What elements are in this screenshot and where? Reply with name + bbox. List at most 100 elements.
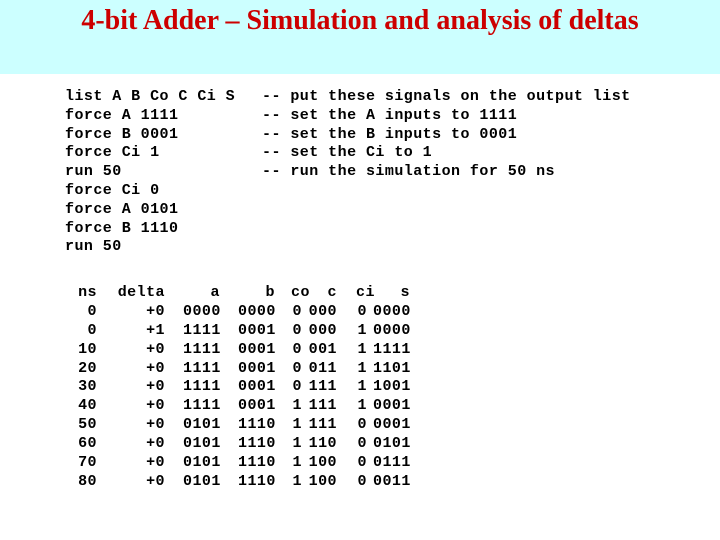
cell-ci: 0 [357,472,367,490]
cell-co: 0 [292,321,302,339]
command-comment: -- set the B inputs to 0001 [262,125,518,143]
cell-c: 001 [308,340,337,358]
cell-delta: +0 [146,454,165,472]
cell-a: 0101 [183,416,221,434]
command-text: force B 0001 [65,125,179,143]
cell-co: 1 [292,435,302,453]
cell-s: 0011 [373,472,411,490]
cell-ns: 20 [78,359,97,377]
column-header-ci: ci [356,284,375,301]
cell-ci: 0 [357,302,367,320]
cell-c: 100 [308,472,337,490]
column-header-s: s [400,284,410,301]
cell-ci: 1 [357,397,367,415]
command-comment: -- run the simulation for 50 ns [262,163,555,181]
cell-ns: 70 [78,454,97,472]
cell-co: 0 [292,378,302,396]
cell-co: 1 [292,397,302,415]
cell-ci: 0 [357,416,367,434]
cell-c: 111 [308,378,337,396]
cell-c: 000 [308,302,337,320]
cell-a: 0101 [183,472,221,490]
cell-delta: +0 [146,472,165,490]
cell-b: 0000 [238,302,276,320]
cell-s: 1111 [373,340,411,358]
cell-b: 1110 [238,435,276,453]
cell-s: 0111 [373,454,411,472]
cell-ci: 0 [357,435,367,453]
cell-c: 111 [308,416,337,434]
cell-c: 110 [308,435,337,453]
cell-b: 1110 [238,454,276,472]
cell-c: 111 [308,397,337,415]
cell-s: 0001 [373,397,411,415]
cell-ns: 30 [78,378,97,396]
cell-s: 0000 [373,321,411,339]
column-header-b: b [265,284,275,301]
cell-b: 0001 [238,378,276,396]
command-text: run 50 [65,163,122,181]
cell-c: 000 [308,321,337,339]
cell-delta: +0 [146,378,165,396]
cell-ns: 40 [78,397,97,415]
cell-a: 0101 [183,454,221,472]
cell-a: 1111 [183,378,221,396]
cell-b: 0001 [238,359,276,377]
cell-co: 0 [292,359,302,377]
cell-ci: 1 [357,378,367,396]
cell-ns: 80 [78,472,97,490]
cell-delta: +0 [146,302,165,320]
cell-co: 1 [292,472,302,490]
cell-ns: 0 [87,302,97,320]
cell-delta: +0 [146,359,165,377]
cell-c: 100 [308,454,337,472]
command-text: force B 1110 [65,219,179,237]
cell-delta: +1 [146,321,165,339]
cell-b: 1110 [238,472,276,490]
column-header-ns: ns [78,284,97,301]
cell-b: 0001 [238,340,276,358]
cell-delta: +0 [146,416,165,434]
cell-ci: 1 [357,359,367,377]
cell-co: 1 [292,454,302,472]
cell-a: 1111 [183,321,221,339]
cell-ns: 50 [78,416,97,434]
cell-ci: 1 [357,321,367,339]
cell-co: 0 [292,340,302,358]
cell-ci: 1 [357,340,367,358]
title-band: 4-bit Adder – Simulation and analysis of… [0,0,720,74]
cell-ns: 0 [87,321,97,339]
cell-ci: 0 [357,454,367,472]
cell-ns: 10 [78,340,97,358]
cell-co: 1 [292,416,302,434]
cell-s: 1101 [373,359,411,377]
cell-b: 0001 [238,397,276,415]
slide-body: list A B Co C Ci S -- put these signals o… [0,74,720,540]
cell-co: 0 [292,302,302,320]
cell-a: 1111 [183,397,221,415]
command-text: force Ci 1 [65,144,160,162]
cell-a: 1111 [183,359,221,377]
command-text: list A B Co C Ci S [65,88,236,105]
command-text: force Ci 0 [65,181,160,199]
command-comment: -- set the Ci to 1 [262,144,433,162]
command-text: force A 0101 [65,200,179,218]
command-text: run 50 [65,238,122,256]
cell-b: 0001 [238,321,276,339]
cell-b: 1110 [238,416,276,434]
column-header-delta: delta [117,284,165,301]
cell-a: 0101 [183,435,221,453]
cell-delta: +0 [146,340,165,358]
cell-s: 0000 [373,302,411,320]
cell-delta: +0 [146,397,165,415]
cell-a: 1111 [183,340,221,358]
cell-a: 0000 [183,302,221,320]
command-comment: -- set the A inputs to 1111 [262,106,518,124]
cell-s: 0101 [373,435,411,453]
column-header-c: c [327,284,337,301]
page-title: 4-bit Adder – Simulation and analysis of… [81,5,639,36]
cell-s: 1001 [373,378,411,396]
cell-c: 011 [308,359,337,377]
cell-ns: 60 [78,435,97,453]
cell-s: 0001 [373,416,411,434]
